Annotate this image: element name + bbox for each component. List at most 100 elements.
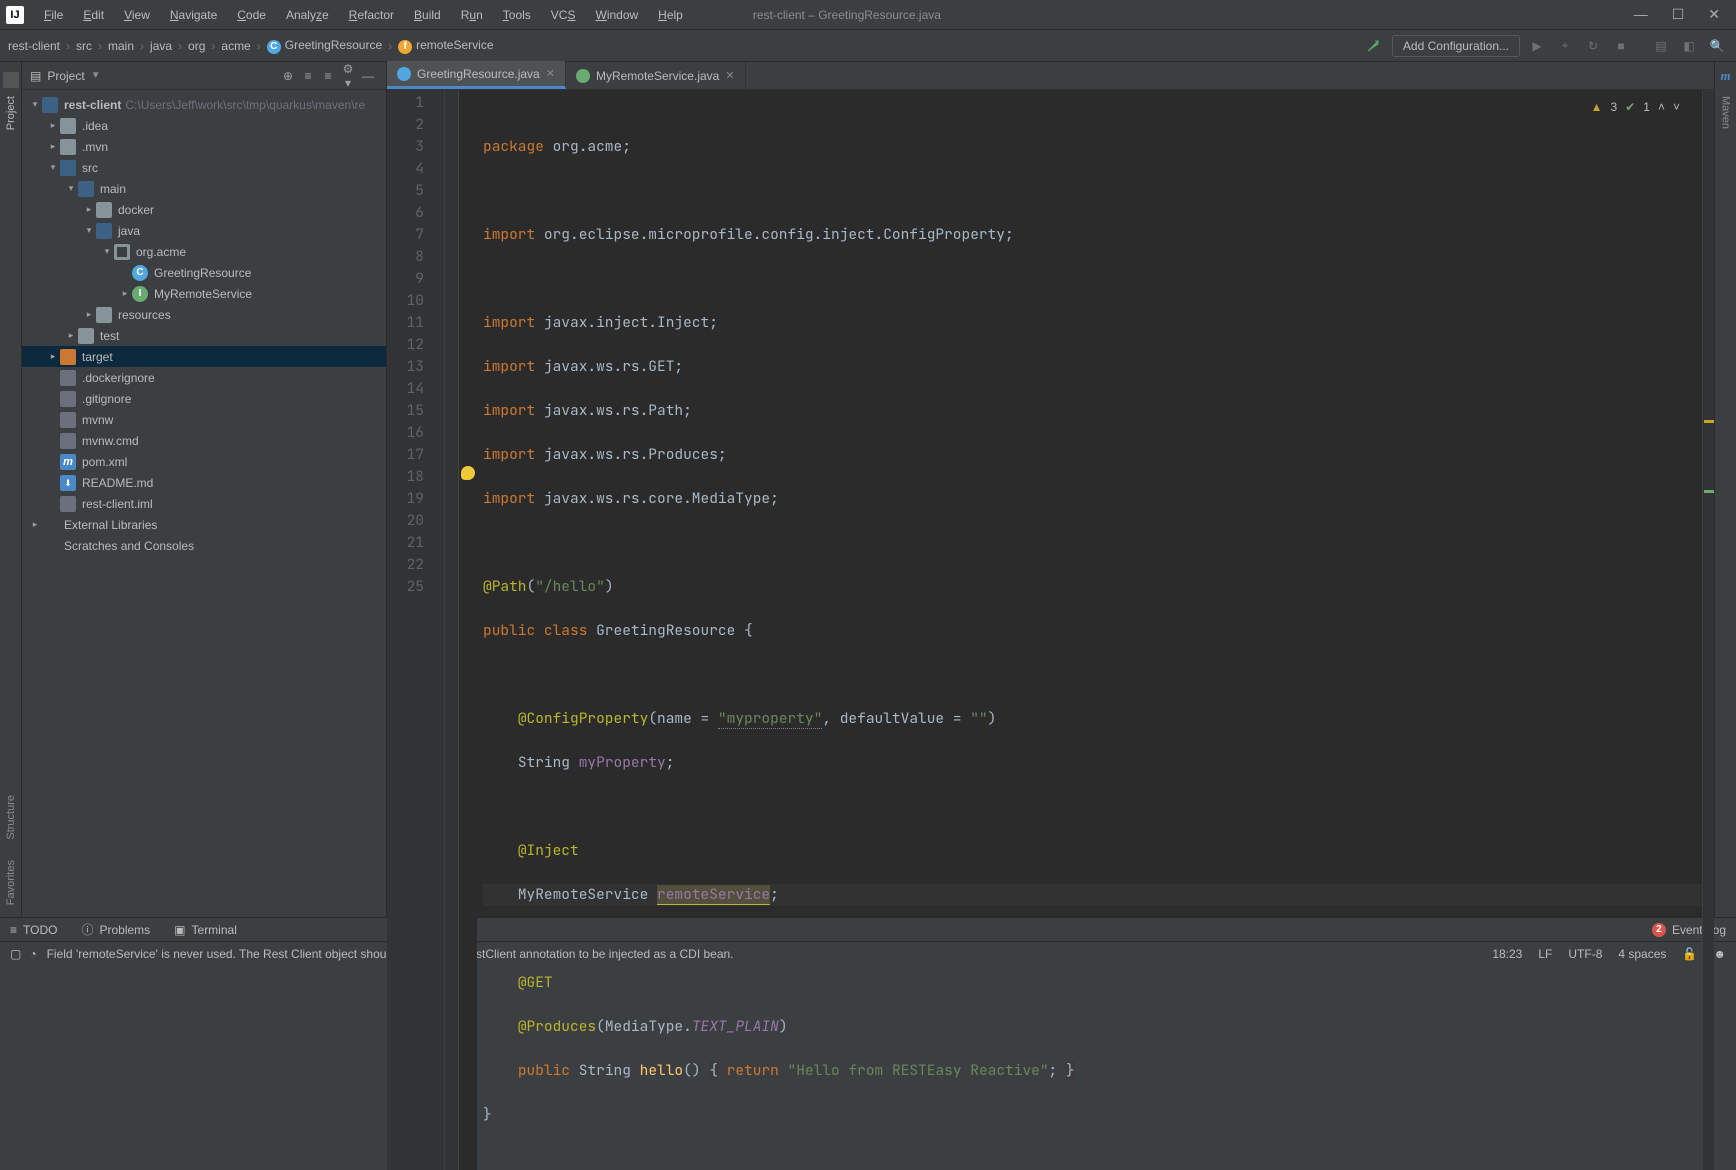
right-toolwindow-stripe: m Maven <box>1714 62 1736 917</box>
collapse-icon[interactable]: ≡ <box>318 69 338 83</box>
interface-icon <box>576 69 590 83</box>
status-quickdoc-icon[interactable]: ▢ <box>10 947 21 961</box>
crumb-project[interactable]: rest-client <box>8 39 60 53</box>
error-stripe[interactable] <box>1702 90 1714 1170</box>
run-icon[interactable]: ▶ <box>1526 35 1548 57</box>
debug-icon[interactable]: ⌖ <box>1554 35 1576 57</box>
project-tool-icon[interactable] <box>3 72 19 88</box>
tab-myremoteservice[interactable]: MyRemoteService.java ✕ <box>566 62 746 89</box>
status-process-icon[interactable]: ◔ <box>29 947 36 961</box>
tree-row[interactable]: ▸docker <box>22 199 386 220</box>
tree-row[interactable]: ▸test <box>22 325 386 346</box>
tree-row[interactable]: ▾org.acme <box>22 241 386 262</box>
tab-favorites[interactable]: Favorites <box>3 852 19 913</box>
tree-row[interactable]: mpom.xml <box>22 451 386 472</box>
crumb-field[interactable]: fremoteService <box>398 38 493 54</box>
tab-structure[interactable]: Structure <box>3 787 19 848</box>
editor-tabs: GreetingResource.java ✕ MyRemoteService.… <box>387 62 1714 90</box>
project-structure-icon[interactable]: ▤ <box>1650 35 1672 57</box>
menu-build[interactable]: Build <box>404 4 451 26</box>
tree-row[interactable]: ▾java <box>22 220 386 241</box>
expand-icon[interactable]: ≡ <box>298 69 318 83</box>
menu-window[interactable]: Window <box>585 4 648 26</box>
tree-row[interactable]: ▸target <box>22 346 386 367</box>
tree-row[interactable]: ▸External Libraries <box>22 514 386 535</box>
code-area[interactable]: ▲3 ✔1 ˄ ˅ package org.acme; import org.e… <box>477 90 1702 1170</box>
tab-maven[interactable]: Maven <box>1718 88 1734 137</box>
stop-icon[interactable]: ■ <box>1610 35 1632 57</box>
menu-navigate[interactable]: Navigate <box>160 4 227 26</box>
build-icon[interactable] <box>1362 35 1384 57</box>
tab-greetingresource[interactable]: GreetingResource.java ✕ <box>387 61 566 89</box>
run-config-dropdown[interactable]: Add Configuration... <box>1392 35 1520 57</box>
tab-label: GreetingResource.java <box>417 67 540 81</box>
menu-refactor[interactable]: Refactor <box>339 4 404 26</box>
fold-gutter[interactable] <box>445 90 459 1170</box>
status-hector-icon[interactable]: ☻ <box>1713 947 1726 961</box>
inspections-widget[interactable]: ▲3 ✔1 ˄ ˅ <box>1591 96 1680 118</box>
menu-edit[interactable]: Edit <box>73 4 114 26</box>
tab-todo[interactable]: ≡TODO <box>10 923 57 937</box>
tree-row[interactable]: ▸.mvn <box>22 136 386 157</box>
close-icon[interactable]: ✕ <box>725 69 734 82</box>
menu-help[interactable]: Help <box>648 4 693 26</box>
tree-row[interactable]: ▸IMyRemoteService <box>22 283 386 304</box>
editor-body[interactable]: 1234567891011121314151617181920212225 ▲3… <box>387 90 1714 1170</box>
menu-vcs[interactable]: VCS <box>541 4 586 26</box>
crumb-main[interactable]: main <box>108 39 134 53</box>
tree-row[interactable]: .gitignore <box>22 388 386 409</box>
gear-icon[interactable]: ⚙ ▾ <box>338 62 358 90</box>
crumb-java[interactable]: java <box>150 39 172 53</box>
crumb-org[interactable]: org <box>188 39 205 53</box>
prev-highlight-icon[interactable]: ˄ <box>1658 96 1665 118</box>
tree-row[interactable]: ⬇README.md <box>22 472 386 493</box>
todo-icon: ≡ <box>10 923 17 937</box>
icon-gutter <box>459 90 477 1170</box>
next-highlight-icon[interactable]: ˅ <box>1673 96 1680 118</box>
tree-row[interactable]: ▾main <box>22 178 386 199</box>
chevron-down-icon[interactable]: ▼ <box>91 70 101 81</box>
project-tool-window: ▤ Project ▼ ⊕ ≡ ≡ ⚙ ▾ — ▾rest-clientC:\U… <box>22 62 387 917</box>
menu-file[interactable]: File <box>34 4 73 26</box>
tab-project[interactable]: Project <box>3 88 19 138</box>
tree-row[interactable]: ▾src <box>22 157 386 178</box>
breadcrumb: rest-client› src› main› java› org› acme›… <box>8 38 494 54</box>
window-maximize-icon[interactable]: ☐ <box>1672 6 1685 23</box>
tree-row[interactable]: ▸.idea <box>22 115 386 136</box>
hide-icon[interactable]: — <box>358 69 378 83</box>
menu-tools[interactable]: Tools <box>493 4 541 26</box>
tree-row[interactable]: mvnw <box>22 409 386 430</box>
menu-code[interactable]: Code <box>227 4 276 26</box>
problems-icon: ⓘ <box>81 921 93 938</box>
menu-run[interactable]: Run <box>451 4 493 26</box>
class-icon <box>397 67 411 81</box>
tree-row[interactable]: CGreetingResource <box>22 262 386 283</box>
tree-row[interactable]: ▸resources <box>22 304 386 325</box>
project-header-label[interactable]: Project <box>47 69 84 83</box>
locate-icon[interactable]: ⊕ <box>278 69 298 83</box>
search-icon[interactable]: 🔍 <box>1706 35 1728 57</box>
tree-row[interactable]: rest-client.iml <box>22 493 386 514</box>
menu-analyze[interactable]: Analyze <box>276 4 339 26</box>
crumb-acme[interactable]: acme <box>221 39 250 53</box>
project-header: ▤ Project ▼ ⊕ ≡ ≡ ⚙ ▾ — <box>22 62 386 90</box>
layout-icon[interactable]: ◧ <box>1678 35 1700 57</box>
tree-row[interactable]: ▾rest-clientC:\Users\Jeff\work\src\tmp\q… <box>22 94 386 115</box>
tab-terminal[interactable]: ▣Terminal <box>174 923 237 937</box>
window-minimize-icon[interactable]: — <box>1634 6 1648 23</box>
window-close-icon[interactable]: ✕ <box>1708 6 1720 23</box>
tab-problems[interactable]: ⓘProblems <box>81 921 150 938</box>
project-tree[interactable]: ▾rest-clientC:\Users\Jeff\work\src\tmp\q… <box>22 90 386 917</box>
crumb-class[interactable]: CGreetingResource <box>267 38 382 54</box>
coverage-icon[interactable]: ↻ <box>1582 35 1604 57</box>
tree-row[interactable]: .dockerignore <box>22 367 386 388</box>
intention-bulb-icon[interactable] <box>461 466 475 480</box>
close-icon[interactable]: ✕ <box>546 67 555 80</box>
terminal-icon: ▣ <box>174 923 185 937</box>
editor-pane: GreetingResource.java ✕ MyRemoteService.… <box>387 62 1714 917</box>
maven-icon[interactable]: m <box>1720 68 1730 84</box>
tree-row[interactable]: Scratches and Consoles <box>22 535 386 556</box>
crumb-src[interactable]: src <box>76 39 92 53</box>
menu-view[interactable]: View <box>114 4 160 26</box>
tree-row[interactable]: mvnw.cmd <box>22 430 386 451</box>
